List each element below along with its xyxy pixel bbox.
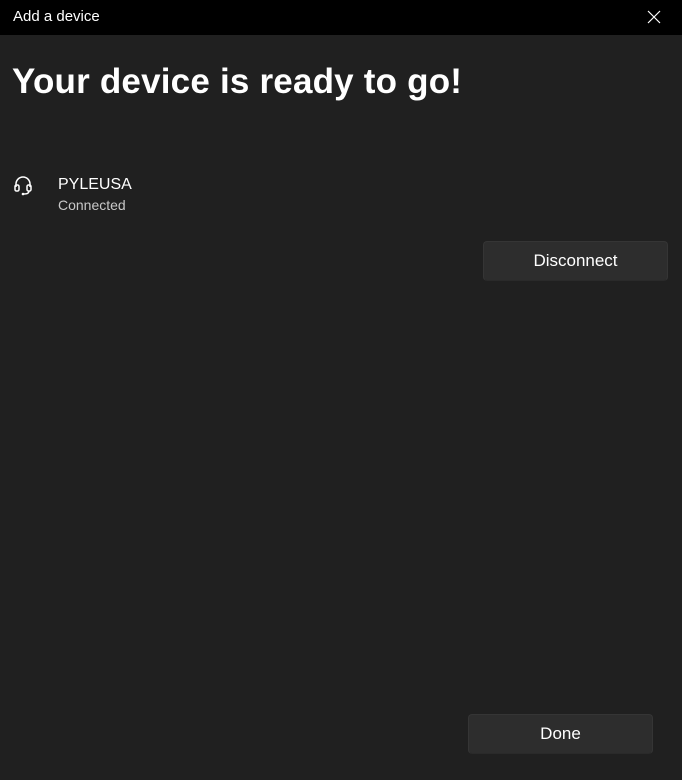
device-name: PYLEUSA (58, 176, 132, 193)
title-bar: Add a device (0, 0, 682, 35)
close-button[interactable] (640, 4, 668, 30)
page-heading: Your device is ready to go! (12, 62, 463, 101)
headset-icon (13, 175, 33, 197)
device-status: Connected (58, 197, 126, 213)
window-title: Add a device (13, 8, 100, 25)
close-icon (647, 10, 661, 24)
done-button[interactable]: Done (468, 714, 653, 754)
disconnect-button[interactable]: Disconnect (483, 241, 668, 281)
